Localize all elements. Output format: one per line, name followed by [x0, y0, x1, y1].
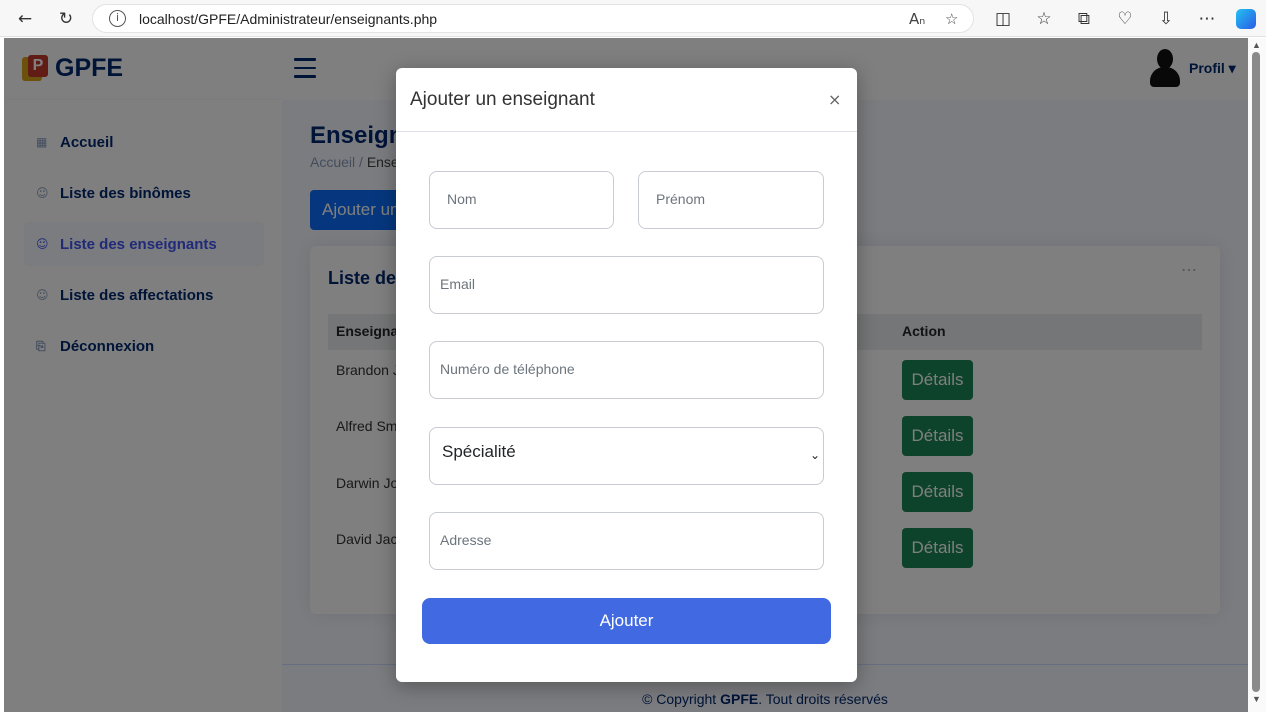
- url-text: localhost/GPFE/Administrateur/enseignant…: [139, 11, 438, 27]
- favorite-star-icon[interactable]: ☆: [945, 10, 958, 28]
- close-icon[interactable]: ×: [828, 90, 841, 109]
- adresse-field[interactable]: Adresse: [429, 512, 824, 570]
- submit-button[interactable]: Ajouter: [422, 598, 831, 644]
- scrollbar[interactable]: ▲ ▼: [1248, 38, 1266, 712]
- back-icon[interactable]: ←: [12, 6, 38, 32]
- browser-toolbar: ← ↻ i localhost/GPFE/Administrateur/ense…: [0, 0, 1266, 37]
- more-options-icon[interactable]: ⋯: [1194, 6, 1220, 32]
- scrollbar-thumb[interactable]: [1252, 52, 1260, 692]
- prenom-field[interactable]: Prénom: [638, 171, 824, 229]
- scroll-down-icon[interactable]: ▼: [1252, 694, 1261, 704]
- email-field[interactable]: Email: [429, 256, 824, 314]
- specialite-select[interactable]: Spécialité ⌄: [429, 427, 824, 485]
- address-bar[interactable]: i localhost/GPFE/Administrateur/enseigna…: [92, 4, 974, 33]
- read-aloud-icon[interactable]: Aₙ: [909, 10, 925, 28]
- prenom-placeholder: Prénom: [656, 191, 706, 207]
- info-icon[interactable]: i: [109, 10, 126, 27]
- telephone-placeholder: Numéro de téléphone: [440, 361, 575, 377]
- specialite-value: Spécialité: [442, 442, 516, 461]
- favorites-icon[interactable]: ☆: [1031, 6, 1057, 32]
- email-placeholder: Email: [440, 276, 476, 292]
- modal-header: Ajouter un enseignant ×: [396, 68, 857, 132]
- nom-field[interactable]: Nom: [429, 171, 614, 229]
- browser-essentials-icon[interactable]: ♡: [1112, 6, 1138, 32]
- nom-placeholder: Nom: [447, 191, 477, 207]
- adresse-placeholder: Adresse: [440, 532, 492, 548]
- copilot-icon[interactable]: [1233, 6, 1259, 32]
- split-screen-icon[interactable]: ◫: [990, 6, 1016, 32]
- add-teacher-modal: Ajouter un enseignant × Nom Prénom Email…: [396, 68, 857, 682]
- collections-icon[interactable]: ⧉: [1071, 6, 1097, 32]
- chevron-down-icon: ⌄: [810, 448, 821, 462]
- modal-title: Ajouter un enseignant: [410, 89, 595, 110]
- telephone-field[interactable]: Numéro de téléphone: [429, 341, 824, 399]
- downloads-icon[interactable]: ⇩: [1153, 6, 1179, 32]
- reload-icon[interactable]: ↻: [53, 6, 79, 32]
- scroll-up-icon[interactable]: ▲: [1252, 40, 1261, 50]
